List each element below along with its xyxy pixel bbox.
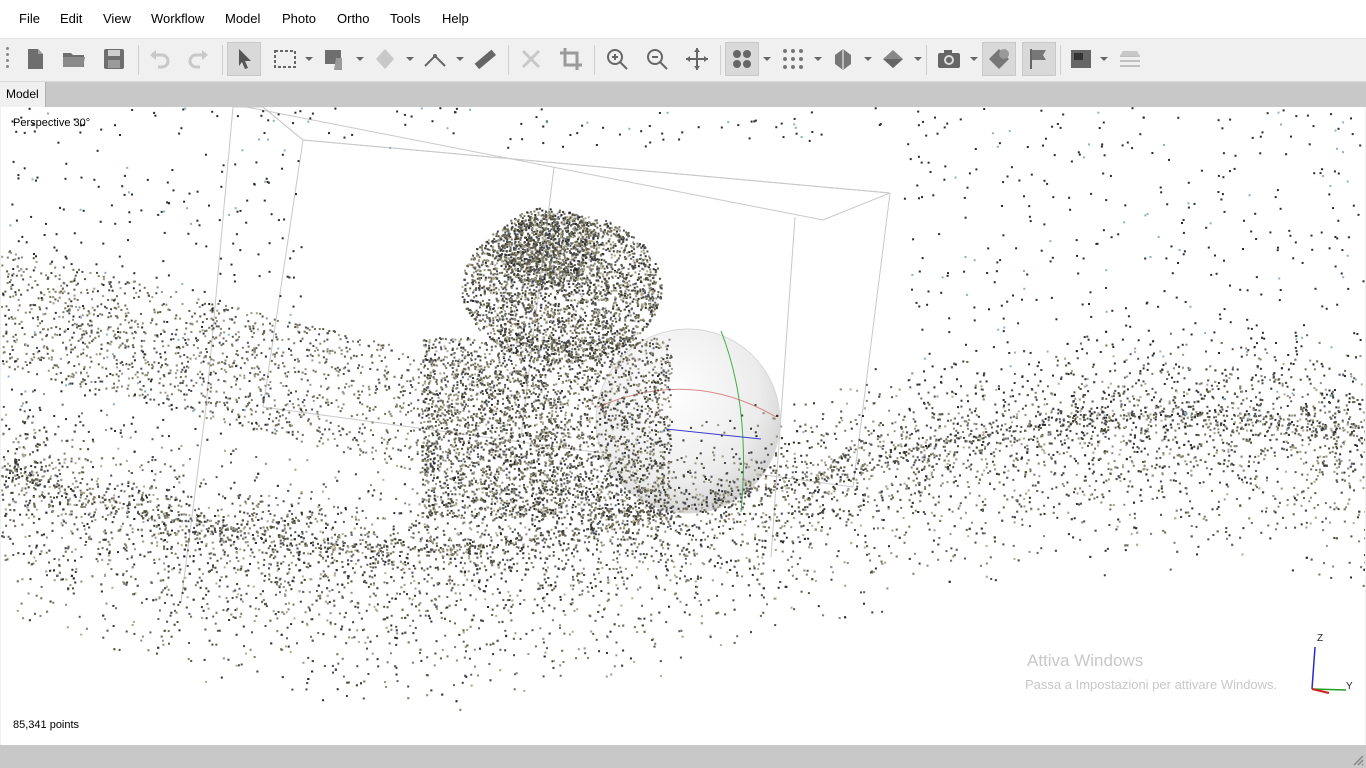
chevron-down-icon[interactable] — [970, 57, 978, 61]
ruler-point-icon[interactable] — [418, 42, 452, 76]
zoom-in-icon[interactable] — [600, 42, 634, 76]
sparse-points-icon[interactable] — [776, 42, 810, 76]
main-toolbar — [0, 39, 1366, 82]
activation-watermark-title: Attiva Windows — [1027, 651, 1144, 670]
camera-icon[interactable] — [932, 42, 966, 76]
menu-file[interactable]: File — [19, 11, 40, 26]
menu-workflow[interactable]: Workflow — [151, 11, 204, 26]
crop-icon[interactable] — [554, 42, 588, 76]
move-object-icon[interactable] — [680, 42, 714, 76]
rectangle-selection-icon[interactable] — [268, 42, 302, 76]
image-preview-icon[interactable] — [1064, 42, 1098, 76]
new-document-icon[interactable] — [18, 42, 52, 76]
chevron-down-icon[interactable] — [456, 57, 464, 61]
menu-help[interactable]: Help — [442, 11, 469, 26]
brush-selection-icon[interactable] — [368, 42, 402, 76]
flag-marker-icon[interactable] — [1022, 42, 1056, 76]
axis-y-label: Y — [1346, 681, 1353, 692]
menu-photo[interactable]: Photo — [282, 11, 316, 26]
view-tabbar: Model — [0, 82, 1366, 107]
menu-edit[interactable]: Edit — [60, 11, 82, 26]
measure-ruler-icon[interactable] — [468, 42, 502, 76]
delete-icon[interactable] — [514, 42, 548, 76]
menu-tools[interactable]: Tools — [390, 11, 420, 26]
redo-icon[interactable] — [182, 42, 216, 76]
chevron-down-icon[interactable] — [814, 57, 822, 61]
status-bar — [0, 745, 1366, 768]
menu-view[interactable]: View — [103, 11, 131, 26]
bounding-box — [180, 107, 891, 603]
undo-icon[interactable] — [142, 42, 176, 76]
axis-gizmo — [1311, 646, 1347, 694]
tab-model[interactable]: Model — [0, 82, 46, 107]
pan-hand-icon[interactable] — [318, 42, 352, 76]
orthomosaic-icon[interactable] — [982, 42, 1016, 76]
shaded-model-icon[interactable] — [876, 42, 910, 76]
dense-cloud-icon[interactable] — [725, 42, 759, 76]
axis-z-label: Z — [1317, 633, 1324, 644]
chevron-down-icon[interactable] — [1100, 57, 1108, 61]
point-count-label: 85,341 points — [13, 719, 80, 731]
save-icon[interactable] — [97, 42, 131, 76]
point-cloud-scene[interactable] — [1, 107, 1365, 745]
select-arrow-icon[interactable] — [227, 42, 261, 76]
chevron-down-icon[interactable] — [864, 57, 872, 61]
chevron-down-icon[interactable] — [763, 57, 771, 61]
chevron-down-icon[interactable] — [305, 57, 313, 61]
menu-bar: File Edit View Workflow Model Photo Orth… — [0, 0, 1366, 39]
chevron-down-icon[interactable] — [406, 57, 414, 61]
open-folder-icon[interactable] — [57, 42, 91, 76]
sphere-shading-icon[interactable] — [826, 42, 860, 76]
layers-icon[interactable] — [1113, 42, 1147, 76]
size-grip-icon[interactable] — [1350, 752, 1364, 766]
chevron-down-icon[interactable] — [356, 57, 364, 61]
projection-label: Perspective 30° — [13, 117, 91, 129]
menu-model[interactable]: Model — [225, 11, 260, 26]
model-viewport[interactable]: Perspective 30° 85,341 points Z Y Attiva… — [1, 107, 1365, 745]
activation-watermark-subtitle: Passa a Impostazioni per attivare Window… — [1025, 677, 1278, 692]
toolbar-grip[interactable] — [6, 47, 10, 73]
menu-ortho[interactable]: Ortho — [337, 11, 370, 26]
trackball-sphere — [595, 328, 781, 514]
chevron-down-icon[interactable] — [914, 57, 922, 61]
zoom-out-icon[interactable] — [640, 42, 674, 76]
